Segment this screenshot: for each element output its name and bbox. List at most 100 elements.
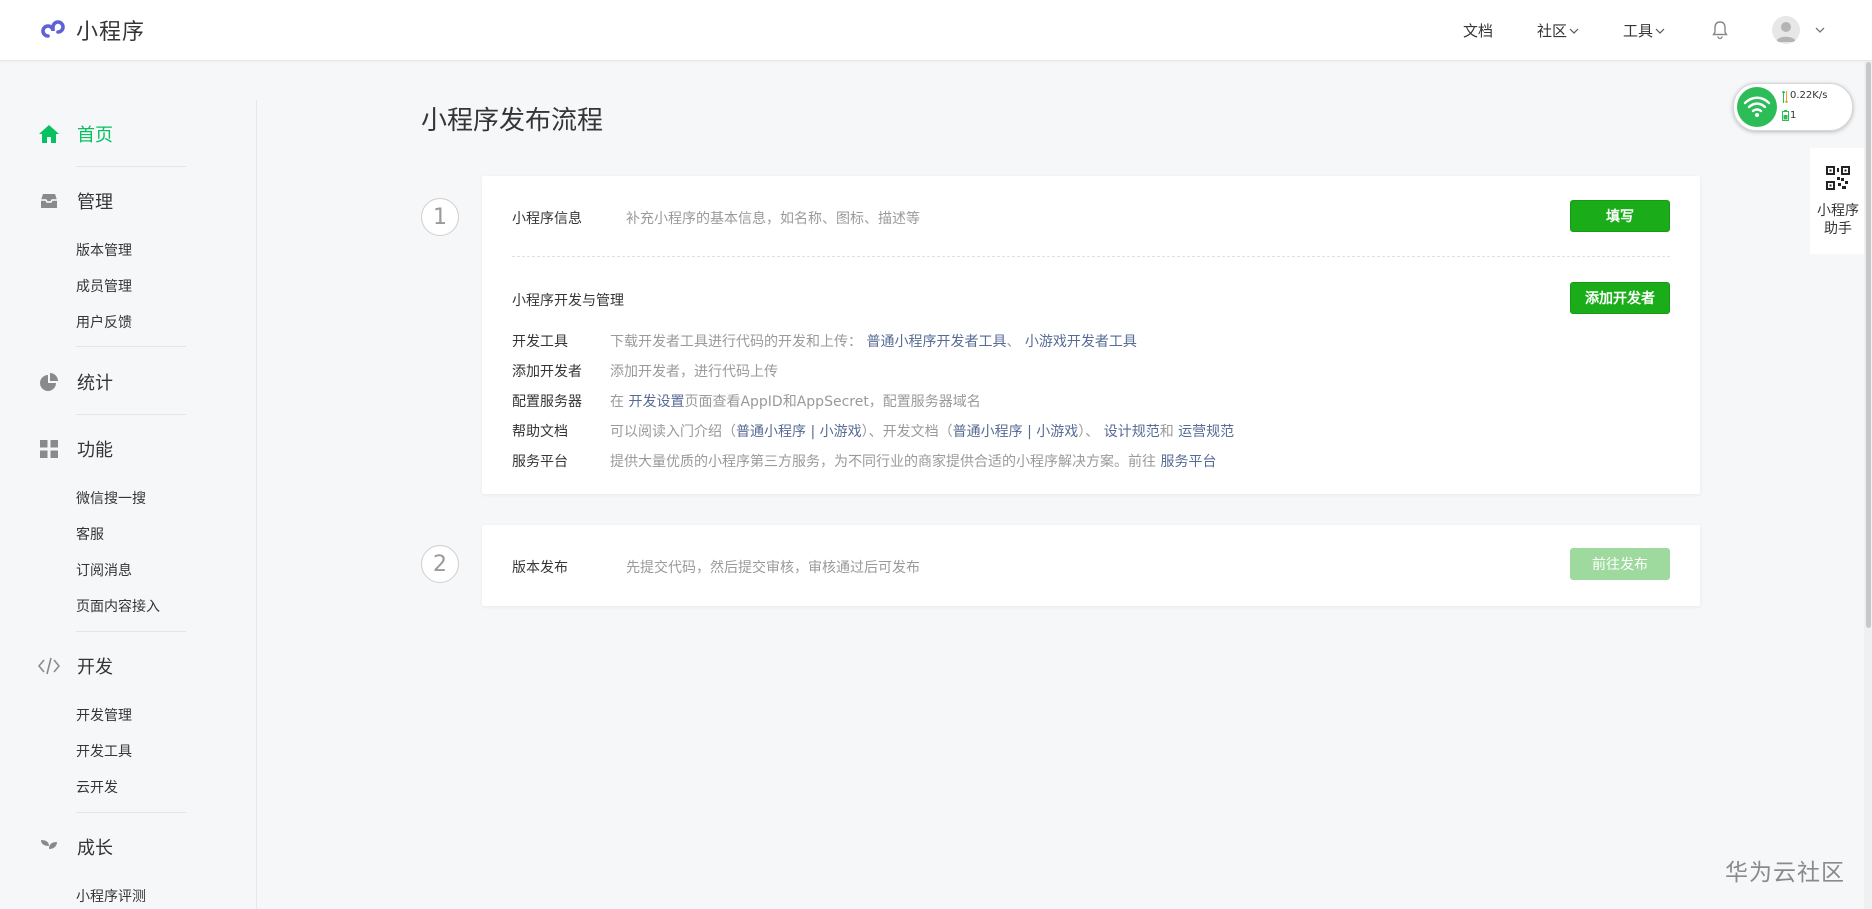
separator: | <box>1027 424 1032 440</box>
nav-community-label: 社区 <box>1537 22 1568 40</box>
sidebar-item-label: 开发 <box>77 657 113 678</box>
intro-miniprogram-link[interactable]: 普通小程序 <box>736 424 806 440</box>
sidebar-item-stats[interactable]: 统计 <box>38 369 113 395</box>
sidebar-item-dev-tools[interactable]: 开发工具 <box>76 741 132 761</box>
scrollbar-thumb[interactable] <box>1866 62 1871 628</box>
divider <box>76 166 186 167</box>
design-spec-link[interactable]: 设计规范 <box>1104 424 1160 440</box>
devtools-text: 下载开发者工具进行代码的开发和上传： <box>610 334 862 350</box>
nav-community[interactable]: 社区 <box>1537 20 1579 41</box>
bell-icon[interactable] <box>1709 19 1731 41</box>
step-number: 2 <box>421 545 459 583</box>
separator: | <box>810 424 816 440</box>
platform-text: 提供大量优质的小程序第三方服务，为不同行业的商家提供合适的小程序解决方案。前往 <box>610 454 1156 470</box>
sidebar-item-manage[interactable]: 管理 <box>38 188 113 214</box>
server-config-desc: 在 开发设置页面查看AppID和AppSecret，配置服务器域名 <box>610 391 981 411</box>
add-developer-button[interactable]: 添加开发者 <box>1570 282 1670 314</box>
step1-card: 小程序信息 补充小程序的基本信息，如名称、图标、描述等 填写 小程序开发与管理 … <box>482 176 1700 494</box>
battery-icon <box>1782 110 1789 121</box>
sprout-icon <box>38 836 60 858</box>
sidebar-item-cloud-dev[interactable]: 云开发 <box>76 777 118 797</box>
doc-miniprogram-link[interactable]: 普通小程序 <box>953 424 1023 440</box>
go-release-button[interactable]: 前往发布 <box>1570 548 1670 580</box>
sidebar-item-label: 首页 <box>77 125 113 146</box>
nav-docs[interactable]: 文档 <box>1463 20 1493 41</box>
wifi-icon <box>1737 87 1777 127</box>
sidebar-item-dev-manage[interactable]: 开发管理 <box>76 705 132 725</box>
release-desc: 先提交代码，然后提交审核，审核通过后可发布 <box>626 560 920 576</box>
sidebar-item-dev[interactable]: 开发 <box>38 653 113 679</box>
network-speed: 0.22K/s <box>1790 90 1828 101</box>
server-pre: 在 <box>610 394 624 410</box>
help-text: ）、开发文档（ <box>861 424 953 440</box>
ops-spec-link[interactable]: 运营规范 <box>1178 424 1234 440</box>
sidebar-item-label: 成长 <box>77 838 113 859</box>
doc-minigame-link[interactable]: 小游戏 <box>1036 424 1078 440</box>
qrcode-icon <box>1826 166 1850 190</box>
network-count: 1 <box>1790 110 1797 121</box>
nav-tools[interactable]: 工具 <box>1623 20 1665 41</box>
help-text: 可以阅读入门介绍（ <box>610 424 736 440</box>
divider <box>76 812 186 813</box>
sidebar-item-page-content[interactable]: 页面内容接入 <box>76 596 160 616</box>
assistant-label: 小程序 助手 <box>1810 202 1866 238</box>
info-desc: 补充小程序的基本信息，如名称、图标、描述等 <box>626 211 920 227</box>
service-platform-link[interactable]: 服务平台 <box>1160 454 1216 470</box>
sidebar-item-version-manage[interactable]: 版本管理 <box>76 240 132 260</box>
code-icon <box>38 655 60 677</box>
sidebar-item-label: 统计 <box>77 373 113 394</box>
user-icon <box>1776 22 1796 42</box>
server-config-label: 配置服务器 <box>512 394 582 410</box>
chevron-down-icon <box>1655 28 1665 34</box>
sidebar: 首页 管理 版本管理 成员管理 用户反馈 统计 功能 微信搜一搜 客服 订阅消息… <box>0 61 256 909</box>
assistant-label-line2: 助手 <box>1824 221 1852 237</box>
home-icon <box>38 123 60 145</box>
fill-info-button[interactable]: 填写 <box>1570 200 1670 232</box>
network-monitor-widget[interactable]: 0.22K/s 1 <box>1733 83 1853 131</box>
sidebar-item-wechat-search[interactable]: 微信搜一搜 <box>76 488 146 508</box>
dev-settings-link[interactable]: 开发设置 <box>628 394 684 410</box>
devtools-desc: 下载开发者工具进行代码的开发和上传： 普通小程序开发者工具、 小游戏开发者工具 <box>610 331 1137 351</box>
sidebar-item-member-manage[interactable]: 成员管理 <box>76 276 132 296</box>
release-label: 版本发布 <box>512 560 568 576</box>
sidebar-item-label: 管理 <box>77 192 113 213</box>
step-number: 1 <box>421 198 459 236</box>
miniprogram-assistant[interactable]: 小程序 助手 <box>1810 148 1866 254</box>
updown-arrows-icon <box>1782 91 1788 103</box>
miniprogram-logo-icon <box>41 20 65 38</box>
miniprogram-devtools-link[interactable]: 普通小程序开发者工具 <box>866 334 1006 350</box>
info-label: 小程序信息 <box>512 211 582 227</box>
sidebar-item-evaluation[interactable]: 小程序评测 <box>76 886 146 906</box>
nav-tools-label: 工具 <box>1623 22 1654 40</box>
pie-chart-icon <box>38 371 60 393</box>
separator: 、 <box>1006 334 1021 350</box>
sidebar-item-home[interactable]: 首页 <box>38 121 113 147</box>
add-dev-label: 添加开发者 <box>512 364 582 380</box>
add-dev-desc: 添加开发者，进行代码上传 <box>610 364 778 380</box>
sidebar-item-subscribe-message[interactable]: 订阅消息 <box>76 560 132 580</box>
devtools-label: 开发工具 <box>512 334 568 350</box>
app-logo[interactable]: 小程序 <box>38 14 145 46</box>
sidebar-item-customer-service[interactable]: 客服 <box>76 524 104 544</box>
chevron-down-icon[interactable] <box>1814 24 1826 36</box>
sidebar-item-features[interactable]: 功能 <box>38 436 113 462</box>
service-platform-desc: 提供大量优质的小程序第三方服务，为不同行业的商家提供合适的小程序解决方案。前往 … <box>610 451 1216 471</box>
divider <box>512 256 1670 257</box>
service-platform-label: 服务平台 <box>512 454 568 470</box>
avatar[interactable] <box>1772 16 1800 44</box>
inbox-icon <box>38 190 60 212</box>
divider <box>76 346 186 347</box>
sidebar-item-user-feedback[interactable]: 用户反馈 <box>76 312 132 332</box>
intro-minigame-link[interactable]: 小游戏 <box>820 424 862 440</box>
divider <box>76 414 186 415</box>
minigame-devtools-link[interactable]: 小游戏开发者工具 <box>1025 334 1137 350</box>
app-name: 小程序 <box>76 20 146 45</box>
assistant-label-line1: 小程序 <box>1817 203 1859 219</box>
sidebar-item-growth[interactable]: 成长 <box>38 834 113 860</box>
help-docs-label: 帮助文档 <box>512 424 568 440</box>
help-text: ）、 <box>1078 424 1100 440</box>
grid-icon <box>38 438 60 460</box>
divider <box>76 631 186 632</box>
help-docs-desc: 可以阅读入门介绍（普通小程序 | 小游戏）、开发文档（普通小程序 | 小游戏）、… <box>610 421 1234 441</box>
page-title: 小程序发布流程 <box>421 106 604 136</box>
